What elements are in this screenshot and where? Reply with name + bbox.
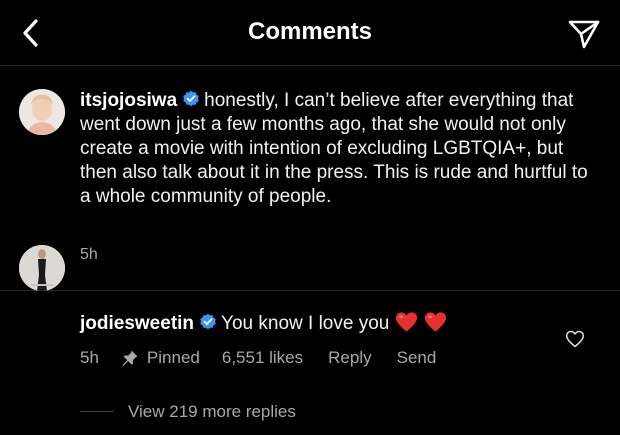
comment-text: You know I love you (221, 313, 390, 334)
verified-badge-icon (200, 313, 216, 330)
comment-meta: 5h Pinned 6,551 likes Reply Send (80, 348, 436, 368)
avatar-image (19, 245, 65, 291)
share-button[interactable] (564, 14, 604, 54)
send-button[interactable]: Send (397, 348, 437, 368)
caption-timestamp: 5h (80, 246, 98, 263)
top-bar: Comments (0, 0, 620, 66)
paper-plane-icon (568, 20, 600, 49)
pinned-label: Pinned (146, 348, 200, 367)
avatar[interactable] (19, 245, 65, 291)
verified-badge-icon (183, 90, 199, 107)
comment-timestamp: 5h (80, 348, 99, 367)
pinned-indicator: Pinned (121, 348, 200, 368)
pin-icon (122, 350, 138, 366)
reply-button[interactable]: Reply (328, 348, 371, 368)
comment-username[interactable]: jodiesweetin (80, 313, 194, 334)
comment-body: jodiesweetin You know I love you (80, 311, 600, 336)
avatar[interactable] (19, 89, 65, 135)
red-heart-emoji-icon (425, 312, 447, 332)
red-heart-emoji-icon (396, 312, 418, 332)
avatar-image (19, 89, 65, 135)
view-more-replies-button[interactable]: View 219 more replies (128, 402, 296, 422)
caption-body: itsjojosiwa honestly, I can’t believe af… (80, 89, 600, 209)
page-title: Comments (247, 18, 373, 45)
heart-icon[interactable] (565, 329, 585, 349)
post-caption: itsjojosiwa honestly, I can’t believe af… (0, 66, 620, 291)
caption-username[interactable]: itsjojosiwa (80, 90, 177, 111)
likes-count[interactable]: 6,551 likes (222, 348, 303, 368)
replies-divider (80, 411, 114, 412)
